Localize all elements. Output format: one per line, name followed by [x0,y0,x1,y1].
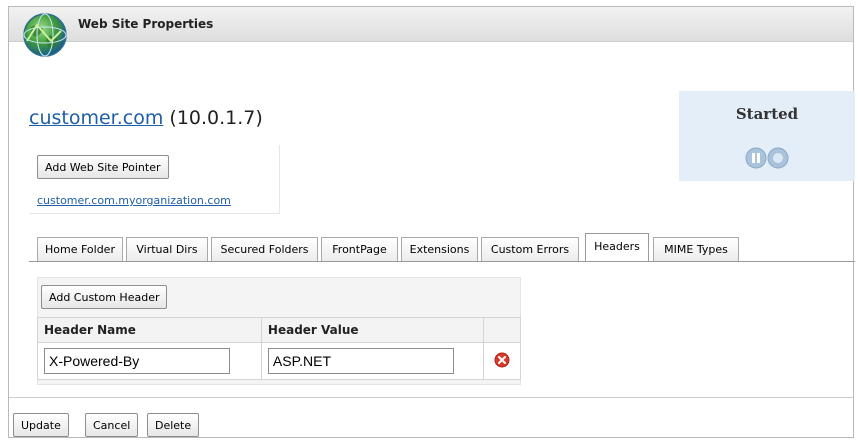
header-value-input[interactable] [267,348,454,374]
tab-secured-folders[interactable]: Secured Folders [211,237,318,261]
tab-virtual-dirs[interactable]: Virtual Dirs [126,237,208,261]
footer-divider [9,397,853,398]
tab-frontpage[interactable]: FrontPage [321,237,398,261]
pause-icon[interactable] [745,147,767,169]
column-header-value: Header Value [260,317,484,343]
site-heading: customer.com (10.0.1.7) [29,107,263,129]
delete-button[interactable]: Delete [147,413,200,437]
site-name-link[interactable]: customer.com [29,107,163,129]
add-web-site-pointer-button[interactable]: Add Web Site Pointer [37,155,169,179]
tab-extensions[interactable]: Extensions [401,237,478,261]
globe-icon [23,13,67,57]
delete-icon[interactable] [494,352,510,368]
status-label: Started [735,105,799,123]
header-value-cell [260,342,484,380]
headers-table: Header Name Header Value [37,317,522,380]
cancel-button[interactable]: Cancel [85,413,139,437]
column-header-actions [482,317,522,343]
update-button[interactable]: Update [13,413,69,437]
tabs-divider [29,261,855,262]
tab-home-folder[interactable]: Home Folder [37,237,123,261]
web-site-properties-panel: Web Site Properties customer.com (10.0.1… [8,6,855,438]
table-header-row: Header Name Header Value [37,317,522,343]
header-name-cell [37,342,262,380]
status-panel: Started [679,91,855,181]
header-name-input[interactable] [44,348,230,374]
site-pointer-link[interactable]: customer.com.myorganization.com [37,194,231,207]
delete-cell [482,342,522,380]
window-title: Web Site Properties [78,17,214,31]
site-ip: (10.0.1.7) [169,107,263,129]
tab-headers[interactable]: Headers [585,233,649,262]
stop-icon[interactable] [767,147,789,169]
tab-custom-errors[interactable]: Custom Errors [481,237,579,261]
column-header-name: Header Name [37,317,262,343]
title-bar: Web Site Properties [9,7,853,42]
add-custom-header-button[interactable]: Add Custom Header [41,285,168,309]
table-row [37,342,522,380]
tab-mime-types[interactable]: MIME Types [653,237,739,261]
